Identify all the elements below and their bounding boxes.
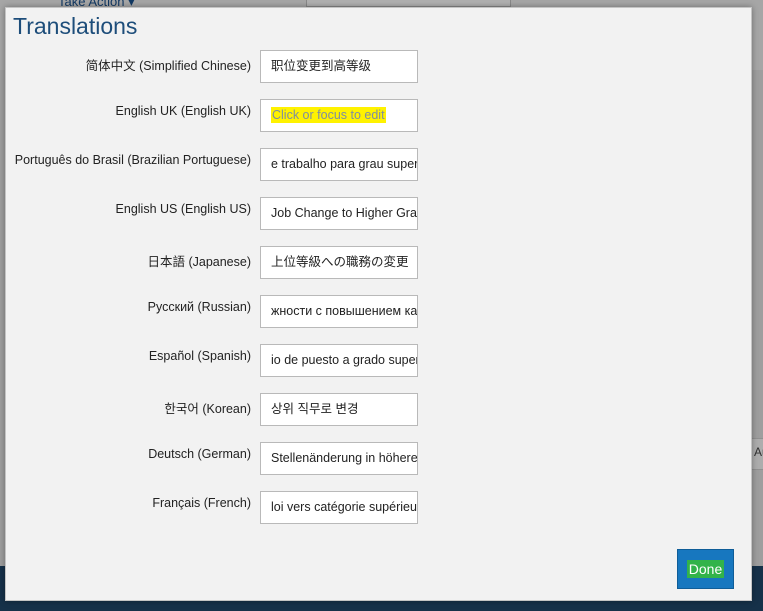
translation-row-korean: 한국어 (Korean) 상위 직무로 변경	[6, 393, 753, 427]
translation-label: Português do Brasil (Brazilian Portugues…	[14, 153, 251, 167]
translation-value: жности с повышением кат	[271, 304, 418, 318]
translation-label: Deutsch (German)	[148, 447, 251, 461]
translation-label: English US (English US)	[115, 202, 251, 216]
translation-row-russian: Русский (Russian) жности с повышением ка…	[6, 295, 753, 329]
translation-value: loi vers catégorie supérieur	[271, 500, 418, 514]
translation-value: Stellenänderung in höhere	[271, 451, 418, 465]
translation-row-brazilian-portuguese: Português do Brasil (Brazilian Portugues…	[6, 148, 753, 182]
translation-label: Русский (Russian)	[147, 300, 251, 314]
translation-input-simplified-chinese[interactable]: 职位变更到高等级	[260, 50, 418, 83]
translation-label: 한국어 (Korean)	[164, 402, 251, 416]
translation-input-english-uk[interactable]: Click or focus to edit	[260, 99, 418, 132]
translation-row-french: Français (French) loi vers catégorie sup…	[6, 491, 753, 525]
translation-value: e trabalho para grau super	[271, 157, 418, 171]
translation-label: 简体中文 (Simplified Chinese)	[85, 59, 251, 73]
translation-row-simplified-chinese: 简体中文 (Simplified Chinese) 职位变更到高等级	[6, 50, 753, 84]
translation-input-german[interactable]: Stellenänderung in höhere	[260, 442, 418, 475]
translations-dialog: Translations 简体中文 (Simplified Chinese) 职…	[5, 7, 752, 601]
translation-row-english-us: English US (English US) Job Change to Hi…	[6, 197, 753, 231]
translation-input-russian[interactable]: жности с повышением кат	[260, 295, 418, 328]
translation-input-french[interactable]: loi vers catégorie supérieur	[260, 491, 418, 524]
translation-row-spanish: Español (Spanish) io de puesto a grado s…	[6, 344, 753, 378]
translation-value: 上位等級への職務の変更	[271, 255, 409, 269]
translation-label: English UK (English UK)	[115, 104, 251, 118]
done-button[interactable]: Done	[677, 549, 734, 589]
translation-input-spanish[interactable]: io de puesto a grado super	[260, 344, 418, 377]
translation-label: Français (French)	[152, 496, 251, 510]
translation-row-german: Deutsch (German) Stellenänderung in höhe…	[6, 442, 753, 476]
translation-input-brazilian-portuguese[interactable]: e trabalho para grau super	[260, 148, 418, 181]
translation-placeholder: Click or focus to edit	[271, 107, 386, 123]
translation-value: 职位变更到高等级	[271, 59, 372, 73]
translation-input-korean[interactable]: 상위 직무로 변경	[260, 393, 418, 426]
translation-row-english-uk: English UK (English UK) Click or focus t…	[6, 99, 753, 133]
translation-value: io de puesto a grado super	[271, 353, 418, 367]
translation-input-japanese[interactable]: 上位等級への職務の変更	[260, 246, 418, 279]
translation-row-japanese: 日本語 (Japanese) 上位等級への職務の変更	[6, 246, 753, 280]
translation-label: Español (Spanish)	[148, 349, 251, 363]
translation-label: 日本語 (Japanese)	[147, 255, 251, 269]
dialog-title: Translations	[13, 13, 138, 39]
translation-value: Job Change to Higher Grad	[271, 206, 418, 220]
done-button-label: Done	[686, 560, 725, 578]
translation-value: 상위 직무로 변경	[271, 402, 359, 416]
translation-input-english-us[interactable]: Job Change to Higher Grad	[260, 197, 418, 230]
